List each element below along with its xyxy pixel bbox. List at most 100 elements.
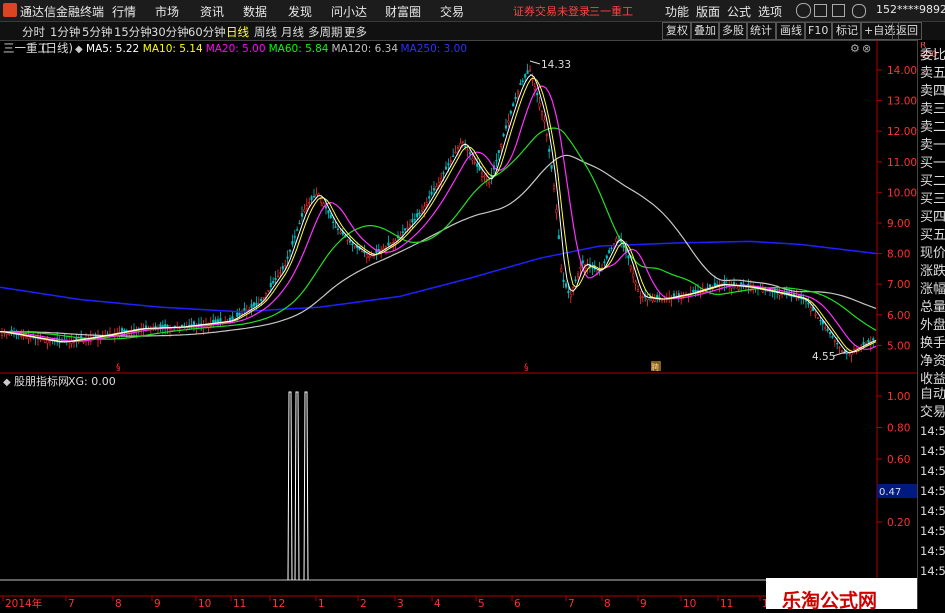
menu-item-formula[interactable]: 公式	[727, 3, 751, 20]
candle-body	[435, 185, 438, 190]
candle-body	[579, 267, 582, 269]
candle-body	[454, 151, 457, 154]
side-panel-time: 14:56	[920, 484, 945, 498]
f10-button[interactable]: F10	[804, 22, 833, 40]
period-1min[interactable]: 1分钟	[50, 24, 80, 40]
candle-body	[228, 318, 232, 322]
high-price-label: 14.33	[541, 59, 571, 71]
settings-icon[interactable]	[852, 4, 866, 18]
candle-body	[651, 298, 654, 302]
overlay-button[interactable]: 叠加	[690, 22, 720, 40]
date-tick-label: 5	[478, 598, 485, 609]
menu-item-xiaoda[interactable]: 问小达	[331, 3, 367, 20]
indicator-value: XG: 0.00	[68, 375, 116, 388]
multi-stock-button[interactable]: 多股	[718, 22, 748, 40]
message-icon[interactable]	[814, 4, 827, 17]
date-tick-label: 12	[272, 598, 285, 609]
candle-body	[430, 191, 433, 195]
candle-body	[708, 284, 712, 288]
chart-canvas[interactable]: 三一重工 (日线) ◆ MA5: 5.22 MA10: 5.14 MA20: 5.0…	[0, 40, 917, 609]
period-multi[interactable]: 多周期	[308, 24, 343, 40]
side-panel-field: 换手	[920, 336, 945, 351]
side-panel-time: 14:56	[920, 444, 945, 458]
ma-toggle-icon[interactable]: ◆	[75, 44, 83, 55]
candle-body	[560, 268, 563, 272]
menu-item-options[interactable]: 选项	[758, 3, 782, 20]
date-tick-label: 10	[198, 598, 211, 609]
candle-body	[509, 110, 512, 114]
menu-item-trade[interactable]: 交易	[440, 3, 464, 20]
candle-body	[452, 155, 455, 157]
candle-body	[106, 333, 109, 336]
menu-item-layout[interactable]: 版面	[696, 3, 720, 20]
candle-body	[557, 235, 560, 240]
side-panel-time: 14:56	[920, 464, 945, 478]
period-more[interactable]: 更多	[344, 24, 367, 40]
menu-item-quotes[interactable]: 行情	[112, 3, 136, 20]
candle-body	[473, 162, 476, 164]
candle-body	[564, 283, 568, 288]
chart-close-icon[interactable]: ⊗	[862, 42, 871, 55]
candle-body	[461, 141, 464, 143]
side-panel-trade-field[interactable]: 自动	[920, 383, 945, 402]
menu-item-data[interactable]: 数据	[243, 3, 267, 20]
menu-item-market[interactable]: 市场	[155, 3, 179, 20]
candle-body	[322, 203, 325, 207]
candle-body	[528, 69, 532, 72]
user-account[interactable]: 152****9892	[876, 3, 945, 16]
candle-body	[276, 275, 280, 278]
candlesticks	[0, 63, 875, 363]
period-weekly[interactable]: 周线	[254, 24, 277, 40]
period-5min[interactable]: 5分钟	[82, 24, 112, 40]
candle-body	[838, 346, 841, 349]
candle-body	[677, 293, 680, 296]
indicator-toggle-icon[interactable]: ◆	[3, 377, 11, 388]
date-tick-label: 9	[640, 598, 647, 609]
date-tick-label: 7	[568, 598, 575, 609]
candle-body	[255, 302, 258, 306]
user-icon[interactable]	[796, 3, 811, 18]
candle-body	[401, 231, 404, 234]
high-marker-line	[529, 60, 541, 65]
period-15min[interactable]: 15分钟	[114, 24, 152, 40]
draw-line-button[interactable]: 画线	[776, 22, 806, 40]
period-60min[interactable]: 60分钟	[188, 24, 226, 40]
menu-item-wealth[interactable]: 财富圈	[385, 3, 421, 20]
candle-body	[368, 255, 371, 258]
back-button[interactable]: 返回	[892, 22, 922, 40]
candle-body	[320, 198, 323, 203]
event-marker-1[interactable]: §	[116, 363, 121, 373]
mark-button[interactable]: 标记	[832, 22, 862, 40]
candle-body	[303, 209, 306, 212]
period-monthly[interactable]: 月线	[281, 24, 304, 40]
candle-body	[305, 205, 308, 209]
candle-body	[351, 243, 354, 245]
low-price-label: 4.55	[812, 351, 835, 363]
period-intraday[interactable]: 分时	[22, 24, 45, 40]
price-axis: 14.00 13.00 12.00 11.00 10.00 9.00 8.00 7.00 6.0…	[877, 65, 917, 352]
candle-body	[459, 143, 462, 147]
period-tag: (日线)	[41, 41, 73, 55]
candle-body	[298, 222, 301, 225]
candle-body	[574, 279, 577, 281]
menu-item-news[interactable]: 资讯	[200, 3, 224, 20]
candle-body	[22, 335, 25, 337]
ma-legend-item: MA5: 5.22	[86, 43, 139, 55]
statistics-button[interactable]: 统计	[746, 22, 776, 40]
candle-body	[39, 338, 42, 340]
period-30min[interactable]: 30分钟	[151, 24, 189, 40]
side-panel-trade-field[interactable]: 交易	[920, 401, 945, 420]
event-marker-2[interactable]: §	[524, 363, 529, 373]
candle-body	[250, 304, 253, 308]
menu-item-discover[interactable]: 发现	[288, 3, 312, 20]
login-status[interactable]: 证券交易未登录	[513, 3, 590, 19]
candle-body	[293, 236, 296, 238]
settings-gear-icon[interactable]: ⚙	[850, 42, 860, 55]
candle-body	[423, 206, 426, 211]
candle-body	[353, 246, 356, 248]
grid-icon[interactable]	[832, 4, 845, 17]
menu-item-function[interactable]: 功能	[665, 3, 689, 20]
restore-rights-button[interactable]: 复权	[662, 22, 692, 40]
price-tick-label: 13.00	[887, 96, 917, 108]
period-daily[interactable]: 日线	[226, 24, 249, 40]
